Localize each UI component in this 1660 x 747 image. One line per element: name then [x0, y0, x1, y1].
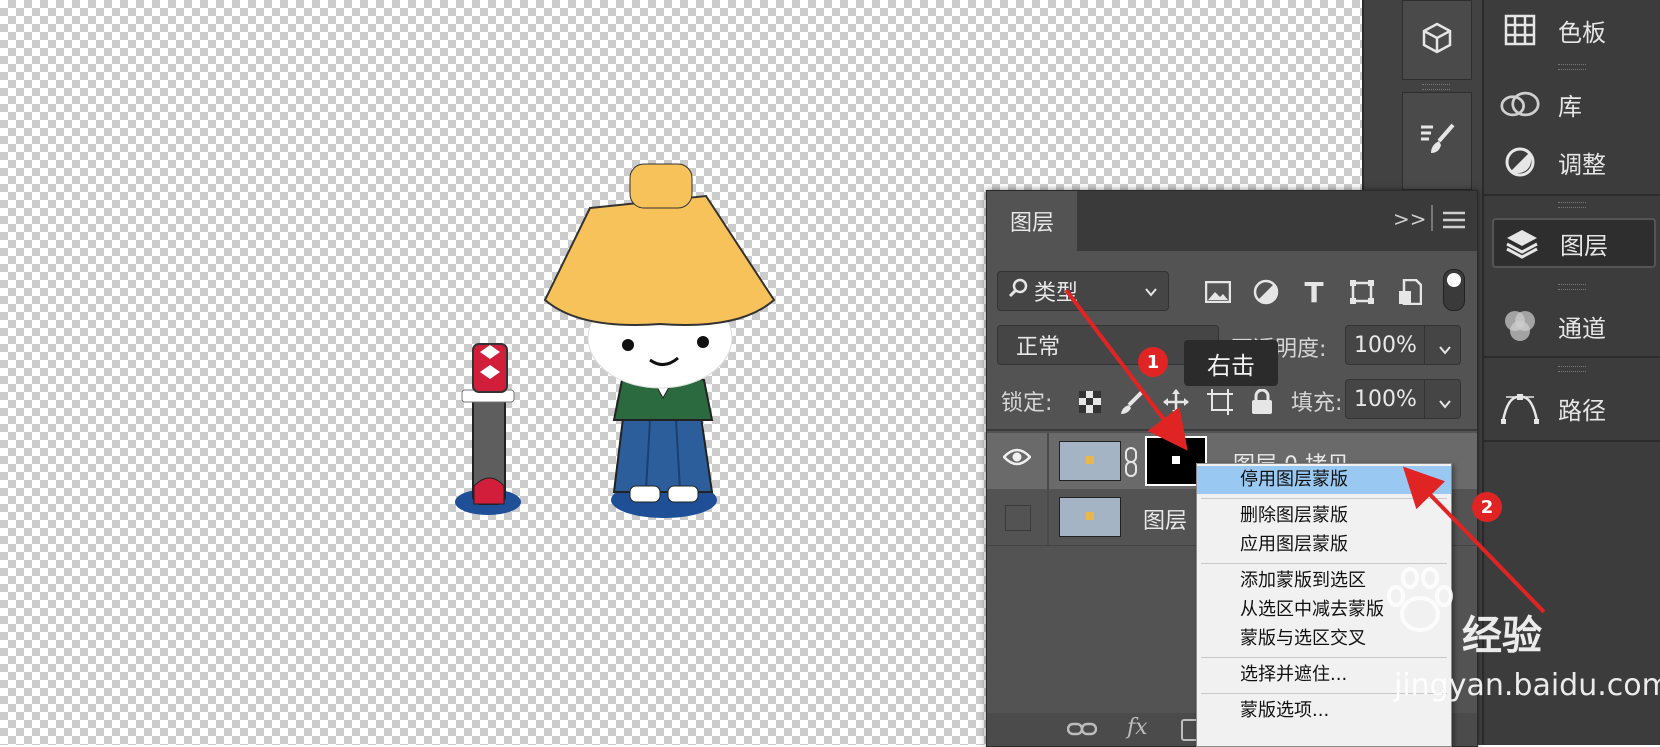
step-badge-2: 2 [1472, 492, 1502, 522]
baidu-paw-logo [1380, 566, 1460, 642]
right-click-hint: 右击 [1184, 340, 1278, 386]
watermark-brand: 经验 [1462, 613, 1542, 659]
step-badge-1: 1 [1138, 347, 1168, 377]
watermark-url: jingyan.baidu.com [1394, 668, 1660, 703]
